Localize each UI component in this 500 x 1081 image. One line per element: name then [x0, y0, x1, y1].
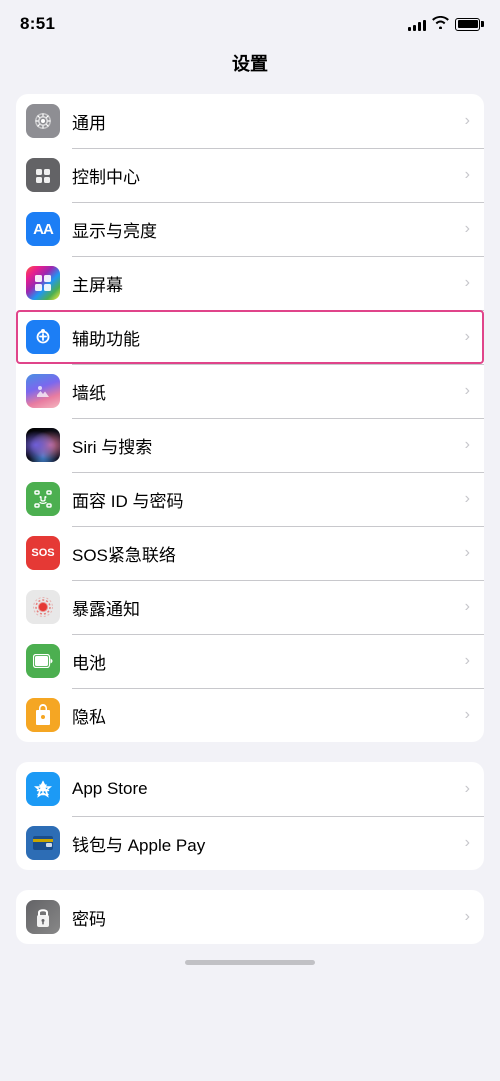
settings-item-siri[interactable]: Siri 与搜索 ›	[16, 418, 484, 472]
wallpaper-label: 墙纸	[72, 379, 457, 404]
settings-item-accessibility[interactable]: 辅助功能 ›	[16, 310, 484, 364]
home-bar	[185, 960, 315, 965]
faceid-label: 面容 ID 与密码	[72, 487, 457, 512]
settings-item-sos[interactable]: SOS SOS紧急联络 ›	[16, 526, 484, 580]
settings-item-wallpaper[interactable]: 墙纸 ›	[16, 364, 484, 418]
accessibility-label: 辅助功能	[72, 325, 457, 350]
exposure-label: 暴露通知	[72, 595, 457, 620]
display-icon: AA	[26, 212, 60, 246]
passwords-icon	[26, 900, 60, 934]
siri-icon	[26, 428, 60, 462]
settings-item-appstore[interactable]: App Store ›	[16, 762, 484, 816]
wallet-chevron: ›	[465, 834, 470, 852]
battery-status-icon	[455, 18, 480, 31]
general-icon	[26, 104, 60, 138]
settings-item-control-center[interactable]: 控制中心 ›	[16, 148, 484, 202]
settings-item-display[interactable]: AA 显示与亮度 ›	[16, 202, 484, 256]
display-chevron: ›	[465, 220, 470, 238]
control-center-chevron: ›	[465, 166, 470, 184]
wallet-label: 钱包与 Apple Pay	[72, 831, 457, 856]
exposure-chevron: ›	[465, 598, 470, 616]
settings-item-wallet[interactable]: 钱包与 Apple Pay ›	[16, 816, 484, 870]
settings-item-home-screen[interactable]: 主屏幕 ›	[16, 256, 484, 310]
settings-item-battery[interactable]: 电池 ›	[16, 634, 484, 688]
wallet-icon	[26, 826, 60, 860]
passwords-chevron: ›	[465, 908, 470, 926]
appstore-icon	[26, 772, 60, 806]
settings-item-passwords[interactable]: 密码 ›	[16, 890, 484, 944]
appstore-label: App Store	[72, 779, 457, 799]
settings-item-exposure[interactable]: 暴露通知 ›	[16, 580, 484, 634]
general-label: 通用	[72, 109, 457, 134]
home-screen-chevron: ›	[465, 274, 470, 292]
signal-icon	[408, 17, 426, 31]
settings-group-apps: App Store › 钱包与 Apple Pay ›	[16, 762, 484, 870]
battery-icon	[26, 644, 60, 678]
page-title: 设置	[0, 42, 500, 90]
wallpaper-icon	[26, 374, 60, 408]
settings-content: 通用 › 控制中心 › AA 显示与亮度 ›	[0, 90, 500, 944]
sos-icon: SOS	[26, 536, 60, 570]
battery-chevron: ›	[465, 652, 470, 670]
settings-group-passwords: 密码 ›	[16, 890, 484, 944]
accessibility-icon	[26, 320, 60, 354]
wallpaper-chevron: ›	[465, 382, 470, 400]
settings-item-privacy[interactable]: 隐私 ›	[16, 688, 484, 742]
passwords-label: 密码	[72, 905, 457, 930]
wifi-icon	[432, 16, 449, 32]
settings-group-main: 通用 › 控制中心 › AA 显示与亮度 ›	[16, 94, 484, 742]
home-indicator	[0, 944, 500, 969]
settings-item-faceid[interactable]: 面容 ID 与密码 ›	[16, 472, 484, 526]
appstore-chevron: ›	[465, 780, 470, 798]
home-screen-icon	[26, 266, 60, 300]
exposure-icon	[26, 590, 60, 624]
faceid-icon	[26, 482, 60, 516]
general-chevron: ›	[465, 112, 470, 130]
status-icons	[408, 16, 480, 32]
accessibility-chevron: ›	[465, 328, 470, 346]
siri-chevron: ›	[465, 436, 470, 454]
faceid-chevron: ›	[465, 490, 470, 508]
settings-item-general[interactable]: 通用 ›	[16, 94, 484, 148]
control-center-label: 控制中心	[72, 163, 457, 188]
control-center-icon	[26, 158, 60, 192]
sos-label: SOS紧急联络	[72, 541, 457, 566]
status-time: 8:51	[20, 14, 55, 34]
display-label: 显示与亮度	[72, 217, 457, 242]
sos-chevron: ›	[465, 544, 470, 562]
privacy-label: 隐私	[72, 703, 457, 728]
battery-label: 电池	[72, 649, 457, 674]
home-screen-label: 主屏幕	[72, 271, 457, 296]
privacy-chevron: ›	[465, 706, 470, 724]
privacy-icon	[26, 698, 60, 732]
siri-label: Siri 与搜索	[72, 433, 457, 458]
status-bar: 8:51	[0, 0, 500, 42]
